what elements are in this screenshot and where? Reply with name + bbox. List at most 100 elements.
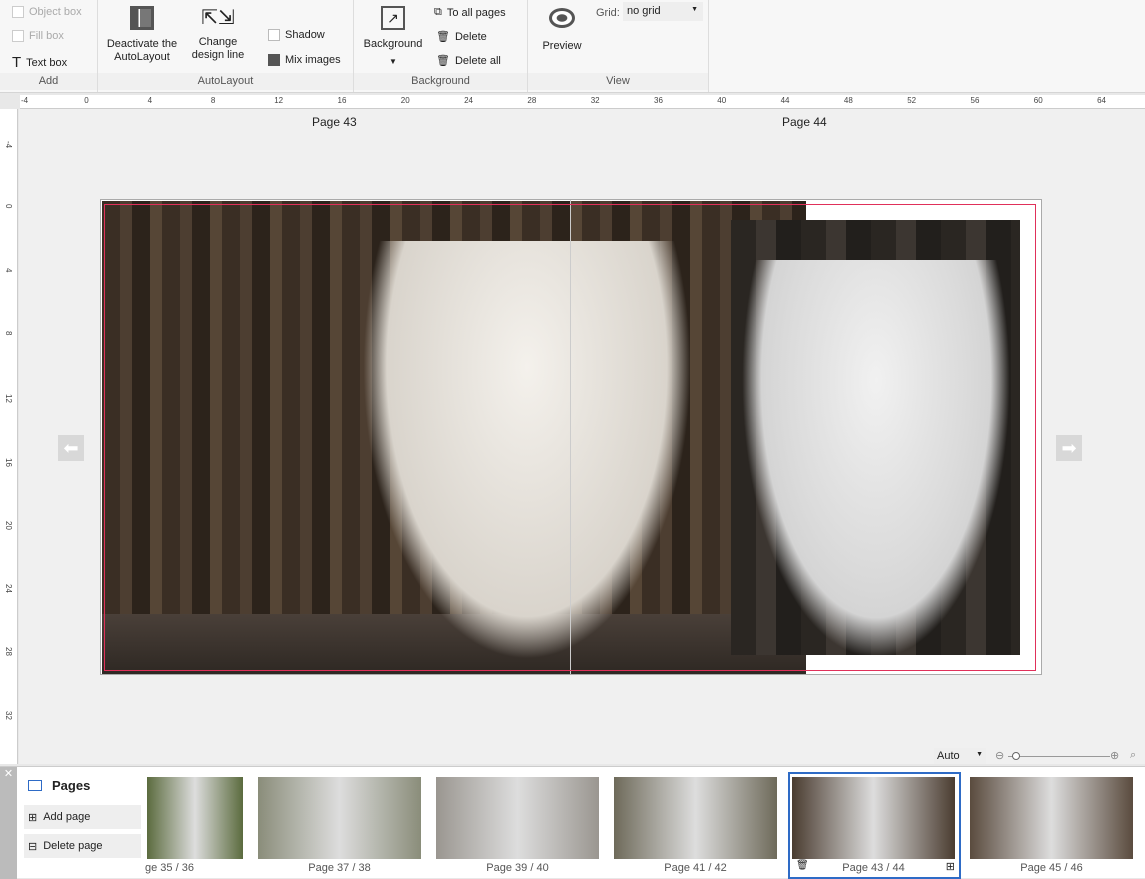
group-autolayout: Deactivate the AutoLayout ⇱⇲ Change desig…: [98, 0, 354, 92]
page-thumbnail-label: Page 37 / 38: [308, 862, 371, 874]
page-thumbnail[interactable]: [258, 777, 421, 859]
page-thumbnail[interactable]: [436, 777, 599, 859]
book-icon: [28, 780, 42, 791]
ruler-tick-label: 20: [4, 520, 13, 530]
zoom-out-icon[interactable]: ⊖: [995, 749, 1004, 762]
zoom-fit-icon[interactable]: ⌕: [1130, 749, 1136, 762]
ruler-tick-label: -4: [4, 141, 13, 149]
group-background: ↗ Background ▼ ⧉ To all pages 🗑 Delete 🗑 Dele…: [354, 0, 528, 92]
dropdown-arrow-icon: ▼: [389, 57, 397, 66]
delete-all-button[interactable]: 🗑 Delete all: [436, 54, 501, 68]
copy-pages-icon: ⧉: [434, 6, 442, 18]
background-icon: ↗: [381, 6, 405, 30]
deactivate-label: Deactivate the AutoLayout: [106, 38, 178, 63]
page-spread[interactable]: [100, 199, 1042, 675]
swap-icon: ⇱⇲: [201, 7, 235, 29]
zoom-slider[interactable]: [1008, 756, 1110, 757]
shadow-label: Shadow: [285, 29, 325, 41]
zoom-value: Auto: [937, 750, 960, 762]
zoom-select[interactable]: Auto ▼: [934, 748, 986, 764]
change-design-line-button[interactable]: ⇱⇲ Change design line: [186, 4, 250, 62]
ruler-tick-label: 32: [590, 96, 600, 105]
fill-box-icon: [12, 30, 24, 42]
delete-background-button[interactable]: 🗑 Delete: [436, 30, 487, 44]
zoom-bar: Auto ▼ ⊖ ⊕ ⌕: [0, 748, 1145, 765]
ruler-tick-label: 8: [210, 96, 216, 105]
group-label-add: Add: [0, 73, 97, 90]
page-thumbnail-label: Page 39 / 40: [486, 862, 549, 874]
photo-bride-portrait[interactable]: [731, 220, 1020, 660]
ruler-tick-label: 28: [4, 647, 13, 657]
zoom-slider-handle[interactable]: [1012, 752, 1020, 760]
ruler-tick-label: 64: [1097, 96, 1106, 105]
ruler-tick-label: 48: [843, 96, 853, 105]
page-thumbnail[interactable]: [147, 777, 243, 859]
delete-label: Delete: [454, 30, 487, 43]
prev-page-arrow-icon[interactable]: ⬅: [58, 435, 84, 461]
ruler-tick-label: 16: [4, 457, 13, 467]
ruler-tick-label: 8: [4, 330, 13, 336]
photo-bride-full[interactable]: [102, 201, 806, 674]
pages-title: Pages: [28, 778, 90, 793]
trash-all-icon: 🗑: [436, 55, 450, 67]
mix-images-button[interactable]: Mix images: [268, 54, 341, 66]
ruler-tick-label: 4: [4, 267, 13, 273]
delete-page-icon: ⊟: [28, 840, 38, 853]
layout-icon: [130, 6, 154, 30]
ruler-tick-label: 28: [527, 96, 537, 105]
trash-icon: 🗑: [436, 31, 450, 43]
shadow-checkbox[interactable]: Shadow: [268, 29, 325, 41]
add-page-label: Add page: [43, 811, 91, 823]
ruler-tick-label: -4: [21, 96, 29, 105]
ruler-tick-label: 4: [147, 96, 153, 105]
object-box-icon: [12, 6, 24, 18]
grid-select[interactable]: no grid ▼: [623, 2, 703, 21]
chevron-down-icon: ▼: [976, 751, 983, 758]
deactivate-autolayout-button[interactable]: Deactivate the AutoLayout: [104, 6, 180, 64]
next-page-arrow-icon[interactable]: ➡: [1056, 435, 1082, 461]
ruler-tick-label: 24: [464, 96, 473, 105]
zoom-in-icon[interactable]: ⊕: [1110, 749, 1119, 762]
ruler-tick-label: 12: [4, 394, 13, 404]
preview-button[interactable]: Preview: [536, 8, 588, 53]
group-label-background: Background: [354, 73, 527, 90]
ruler-top: -4 0 4 8 12 16 20 24 28 32 36 40 44 48 52 56 60 64: [20, 95, 1145, 109]
add-page-icon: ⊞: [28, 811, 38, 824]
ruler-tick-label: 36: [654, 96, 663, 105]
checkbox-icon: [268, 29, 280, 41]
delete-page-button[interactable]: ⊟ Delete page: [24, 834, 141, 858]
ruler-left: -4 0 4 8 12 16 20 24 28 32: [0, 109, 18, 764]
ruler-tick-label: 16: [337, 96, 347, 105]
pages-title-text: Pages: [52, 778, 91, 793]
text-box-label: Text box: [26, 56, 68, 69]
page-thumbnail-label: ge 35 / 36: [145, 862, 194, 874]
spine-line: [570, 200, 571, 674]
trash-icon[interactable]: 🗑: [796, 860, 809, 871]
to-all-pages-button[interactable]: ⧉ To all pages: [434, 6, 506, 19]
group-add: Object box Fill box T Text box Add: [0, 0, 98, 92]
background-button[interactable]: ↗ Background ▼: [358, 6, 428, 68]
to-all-label: To all pages: [446, 6, 506, 19]
ruler-tick-label: 52: [907, 96, 917, 105]
page-thumbnail[interactable]: [970, 777, 1133, 859]
text-box-button[interactable]: T Text box: [12, 54, 67, 71]
group-label-view: View: [528, 73, 708, 90]
ruler-tick-label: 60: [1033, 96, 1043, 105]
page-thumbnail[interactable]: [614, 777, 777, 859]
object-box-button[interactable]: Object box: [12, 6, 82, 18]
ruler-tick-label: 20: [400, 96, 410, 105]
add-page-button[interactable]: ⊞ Add page: [24, 805, 141, 829]
add-page-icon[interactable]: ⊞: [946, 860, 955, 873]
ruler-tick-label: 40: [717, 96, 727, 105]
selected-thumb-frame: 🗑 ⊞: [788, 772, 961, 879]
ruler-tick-label: 12: [274, 96, 284, 105]
fill-box-button[interactable]: Fill box: [12, 30, 64, 42]
page-label-right: Page 44: [782, 115, 827, 129]
object-box-label: Object box: [29, 6, 82, 18]
preview-label: Preview: [542, 40, 582, 52]
ruler-tick-label: 32: [4, 710, 13, 720]
close-panel-icon[interactable]: ✕: [0, 767, 17, 879]
ruler-tick-label: 0: [4, 204, 13, 209]
ribbon: Object box Fill box T Text box Add Deacti…: [0, 0, 1145, 93]
page-thumbnail-label: Page 45 / 46: [1020, 862, 1083, 874]
